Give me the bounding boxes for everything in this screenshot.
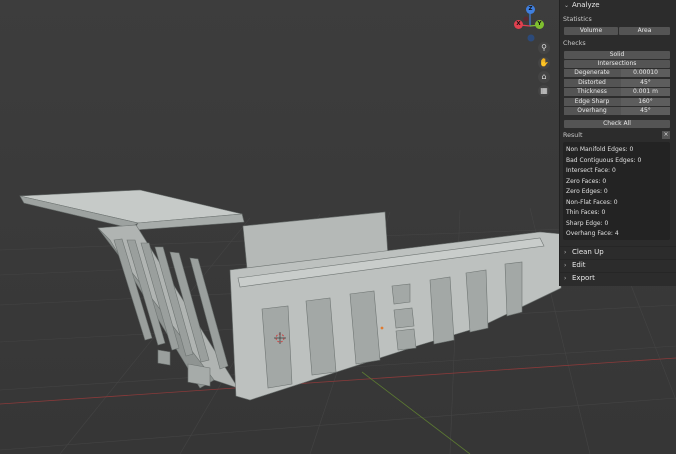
check-all-button[interactable]: Check All [564,120,670,128]
list-item: Overhang Face: 4 [566,230,619,237]
distorted-field[interactable]: Distorted 45° [564,79,670,87]
list-item: Sharp Edge: 0 [566,219,609,227]
chevron-down-icon: ⌄ [564,2,570,9]
intersections-button[interactable]: Intersections [564,60,670,68]
result-list: Non Manifold Edges: 0 Bad Contiguous Edg… [563,142,670,240]
list-item: Non-Flat Faces: 0 [566,198,618,206]
overhang-field[interactable]: Overhang 45° [564,107,670,115]
hand-pan-icon[interactable]: ✋ [538,57,550,69]
gizmo-z-axis[interactable]: Z [526,5,535,14]
edit-header[interactable]: › Edit [560,260,676,271]
grid-view-icon[interactable]: ▦ [538,85,550,97]
chevron-right-icon: › [564,262,567,269]
edge-sharp-field[interactable]: Edge Sharp 160° [564,98,670,106]
list-item: Bad Contiguous Edges: 0 [566,156,642,164]
clean-up-header[interactable]: › Clean Up [560,247,676,258]
chevron-right-icon: › [564,275,567,282]
gizmo-x-axis[interactable]: X [514,20,523,29]
checks-label: Checks [563,40,586,47]
gizmo-y-axis[interactable]: Y [535,20,544,29]
statistics-label: Statistics [563,16,592,23]
analyze-header[interactable]: ⌄ Analyze [560,0,676,11]
list-item: Zero Edges: 0 [566,188,608,195]
list-item: Zero Faces: 0 [566,177,607,185]
result-label: Result [563,132,583,139]
list-item: Intersect Face: 0 [566,167,616,174]
export-header[interactable]: › Export [560,273,676,284]
close-icon[interactable]: × [662,131,670,139]
area-button[interactable]: Area [619,27,670,35]
list-item: Non Manifold Edges: 0 [566,146,634,153]
analyze-panel: ⌄ Analyze Statistics Volume Area Checks S… [559,0,676,286]
zoom-icon[interactable]: ⚲ [538,42,550,54]
volume-button[interactable]: Volume [564,27,618,35]
thickness-field[interactable]: Thickness 0.001 m [564,88,670,96]
object-origin-icon [380,326,384,330]
list-item: Thin Faces: 0 [566,209,606,216]
camera-icon[interactable]: ⌂ [538,71,550,83]
degenerate-field[interactable]: Degenerate 0.00010 [564,69,670,77]
chevron-right-icon: › [564,249,567,256]
solid-button[interactable]: Solid [564,51,670,59]
